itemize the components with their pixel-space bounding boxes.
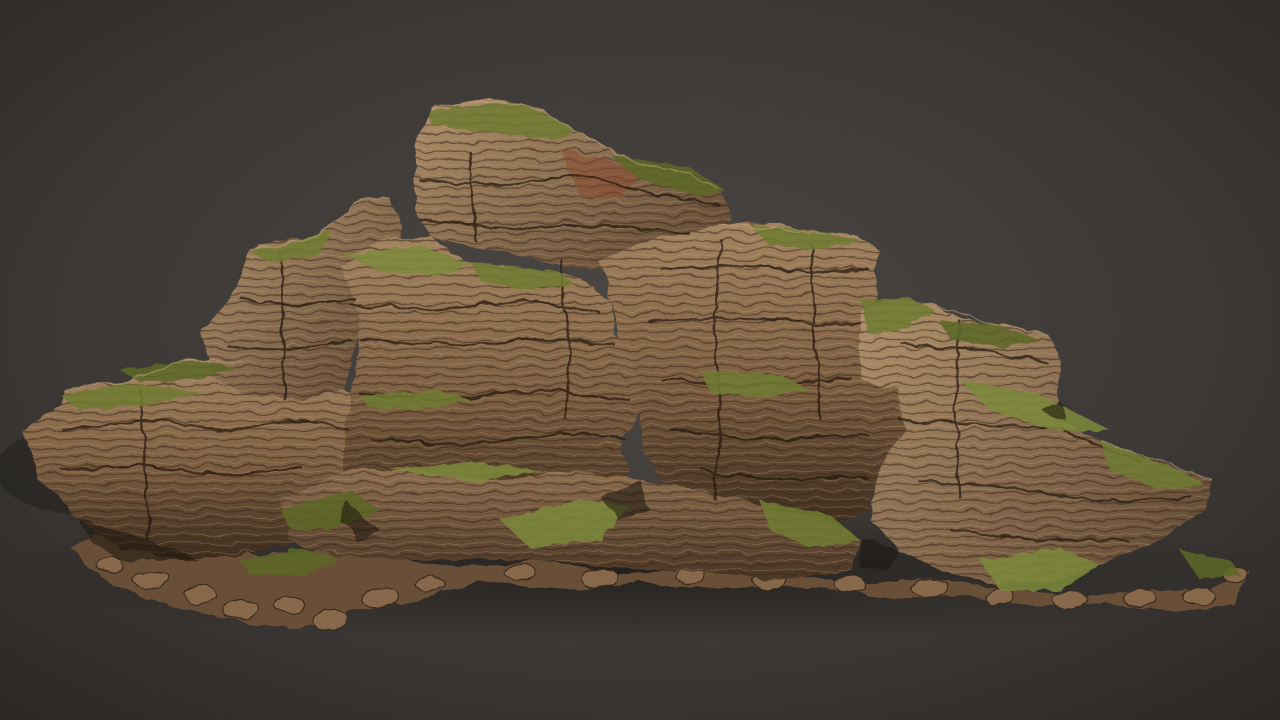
render-viewport xyxy=(0,0,1280,720)
rock-formation-render xyxy=(0,0,1280,720)
